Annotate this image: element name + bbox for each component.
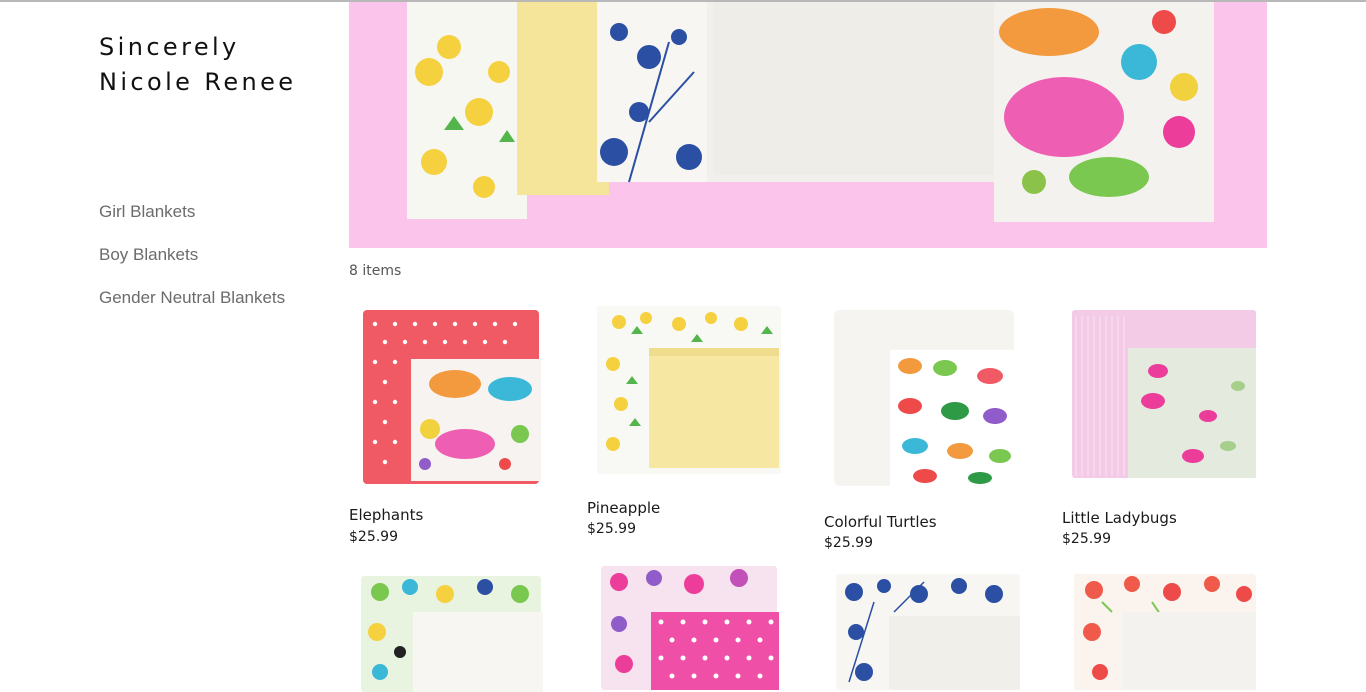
product-image-7[interactable] — [834, 572, 1024, 690]
product-card-5[interactable] — [349, 568, 549, 692]
product-price: $25.99 — [1062, 531, 1111, 547]
product-price: $25.99 — [349, 529, 398, 545]
nav-item-girl-blankets[interactable]: Girl Blankets — [99, 200, 285, 243]
product-price: $25.99 — [824, 535, 873, 551]
brand-line-1: Sincerely — [99, 33, 240, 61]
nav-item-gender-neutral-blankets[interactable]: Gender Neutral Blankets — [99, 286, 285, 329]
site-logo[interactable]: Sincerely Nicole Renee — [99, 30, 296, 100]
product-image-little-ladybugs[interactable] — [1068, 306, 1264, 482]
product-card-colorful-turtles[interactable]: Colorful Turtles $25.99 — [824, 298, 1024, 558]
product-price: $25.99 — [587, 521, 636, 537]
product-image-colorful-turtles[interactable] — [830, 306, 1020, 490]
product-card-elephants[interactable]: Elephants $25.99 — [349, 298, 549, 548]
item-count: 8 items — [349, 263, 402, 279]
product-image-pineapple[interactable] — [591, 304, 787, 476]
product-image-5[interactable] — [355, 572, 545, 692]
product-image-8[interactable] — [1072, 572, 1258, 690]
product-name[interactable]: Colorful Turtles — [824, 513, 937, 531]
product-image-elephants[interactable] — [355, 304, 545, 484]
product-card-7[interactable] — [824, 570, 1024, 690]
product-name[interactable]: Little Ladybugs — [1062, 509, 1177, 527]
category-nav: Girl Blankets Boy Blankets Gender Neutra… — [99, 200, 285, 329]
product-card-8[interactable] — [1062, 570, 1262, 690]
product-name[interactable]: Elephants — [349, 506, 423, 524]
product-card-little-ladybugs[interactable]: Little Ladybugs $25.99 — [1062, 298, 1264, 553]
product-card-6[interactable] — [587, 562, 787, 690]
hero-banner-image — [349, 2, 1267, 248]
nav-item-boy-blankets[interactable]: Boy Blankets — [99, 243, 285, 286]
product-card-pineapple[interactable]: Pineapple $25.99 — [587, 298, 787, 548]
product-image-6[interactable] — [599, 564, 779, 690]
brand-line-2: Nicole Renee — [99, 68, 297, 96]
product-name[interactable]: Pineapple — [587, 499, 660, 517]
